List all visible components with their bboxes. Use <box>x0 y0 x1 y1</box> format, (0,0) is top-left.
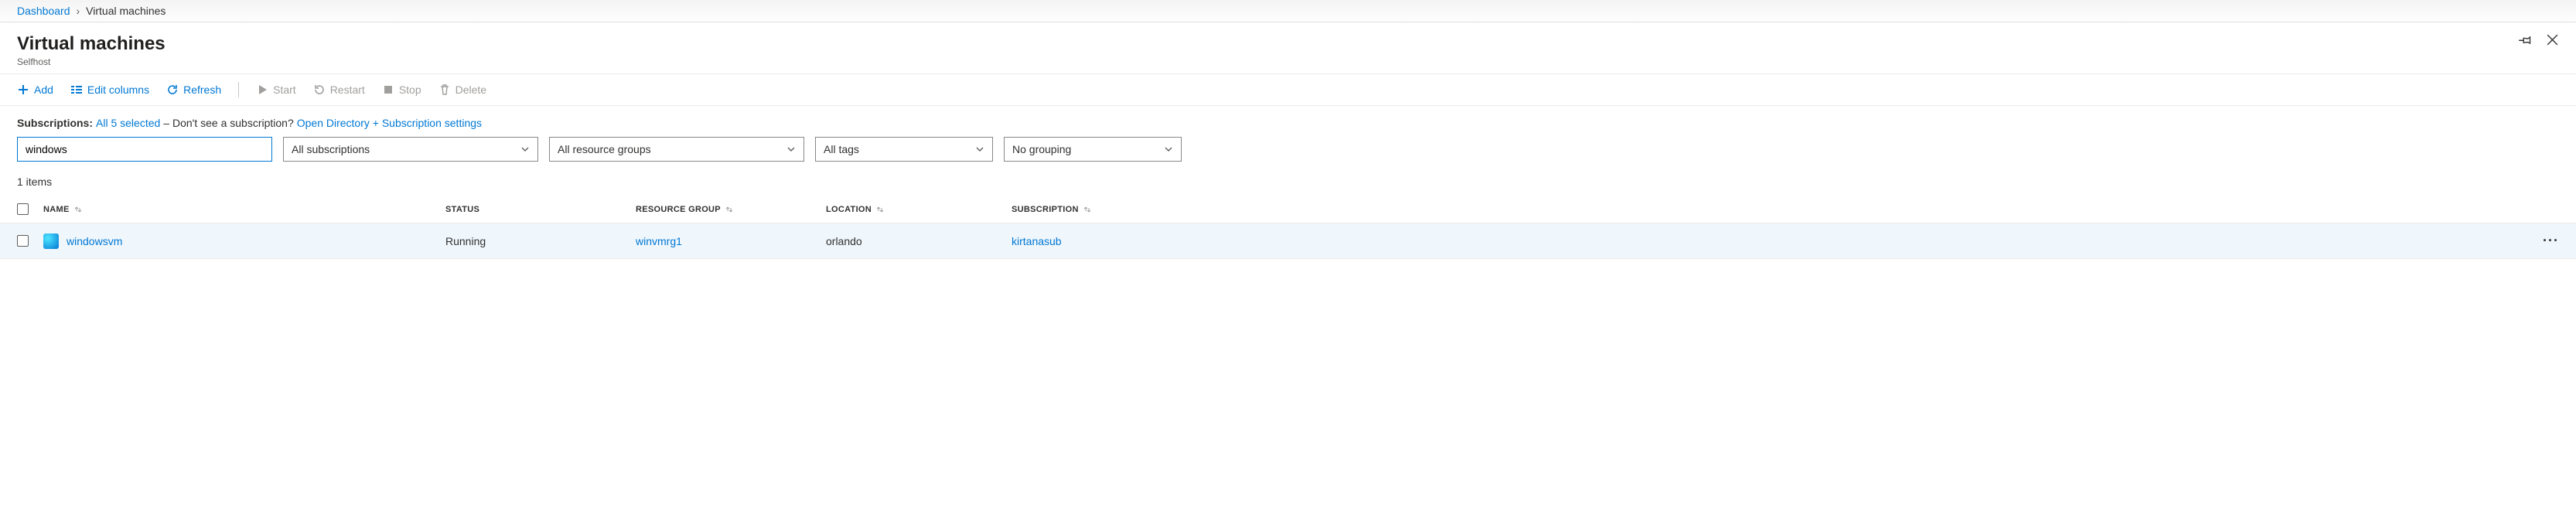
pin-icon[interactable] <box>2519 33 2532 46</box>
column-header-location[interactable]: Location <box>826 205 1012 214</box>
grouping-filter[interactable]: No grouping <box>1004 137 1182 162</box>
vm-location: orlando <box>826 235 1012 247</box>
restart-icon <box>313 83 326 96</box>
subscription-filter-value: All subscriptions <box>292 143 370 155</box>
breadcrumb-root[interactable]: Dashboard <box>17 5 70 17</box>
refresh-label: Refresh <box>183 83 221 96</box>
vm-icon <box>43 233 59 249</box>
breadcrumb-separator-icon: › <box>77 5 80 17</box>
sort-icon <box>725 206 733 213</box>
delete-label: Delete <box>455 83 486 96</box>
trash-icon <box>438 83 451 96</box>
filter-bar: All subscriptions All resource groups Al… <box>0 137 2576 172</box>
play-icon <box>256 83 268 96</box>
restart-button: Restart <box>313 83 365 96</box>
chevron-down-icon <box>786 145 796 154</box>
search-input[interactable] <box>26 143 264 155</box>
refresh-button[interactable]: Refresh <box>166 83 221 96</box>
add-label: Add <box>34 83 53 96</box>
delete-button: Delete <box>438 83 486 96</box>
page-title: Virtual machines <box>17 33 2559 55</box>
chevron-down-icon <box>520 145 530 154</box>
breadcrumb: Dashboard › Virtual machines <box>0 0 2576 22</box>
grouping-filter-value: No grouping <box>1012 143 1071 155</box>
table-row[interactable]: windowsvm Running winvmrg1 orlando kirta… <box>0 223 2576 259</box>
subscriptions-prompt: – Don't see a subscription? <box>163 117 293 129</box>
start-label: Start <box>273 83 296 96</box>
start-button: Start <box>256 83 296 96</box>
resource-group-filter-value: All resource groups <box>558 143 651 155</box>
table-header: Name Status Resource group Location Subs… <box>0 196 2576 223</box>
breadcrumb-current: Virtual machines <box>86 5 165 17</box>
edit-columns-button[interactable]: Edit columns <box>70 83 149 96</box>
subscription-link[interactable]: kirtanasub <box>1012 235 1062 247</box>
column-header-subscription[interactable]: Subscription <box>1012 205 2559 214</box>
item-count: 1 items <box>0 172 2576 196</box>
subscriptions-selected-link[interactable]: All 5 selected <box>96 117 160 129</box>
resource-group-filter[interactable]: All resource groups <box>549 137 804 162</box>
sort-icon <box>876 206 884 213</box>
search-input-wrapper[interactable] <box>17 137 272 162</box>
chevron-down-icon <box>1164 145 1173 154</box>
stop-label: Stop <box>399 83 421 96</box>
vm-table: Name Status Resource group Location Subs… <box>0 196 2576 259</box>
subscriptions-label: Subscriptions: <box>17 117 93 129</box>
row-context-menu-icon[interactable]: ··· <box>2537 233 2559 249</box>
edit-columns-label: Edit columns <box>87 83 149 96</box>
sort-icon <box>74 206 82 213</box>
select-all-checkbox[interactable] <box>17 203 29 215</box>
add-button[interactable]: Add <box>17 83 53 96</box>
stop-button: Stop <box>382 83 421 96</box>
vm-name-link[interactable]: windowsvm <box>67 235 122 247</box>
vm-status: Running <box>445 235 636 247</box>
sort-icon <box>1083 206 1091 213</box>
chevron-down-icon <box>975 145 984 154</box>
stop-icon <box>382 83 394 96</box>
tags-filter-value: All tags <box>824 143 859 155</box>
row-checkbox[interactable] <box>17 235 29 247</box>
tags-filter[interactable]: All tags <box>815 137 993 162</box>
restart-label: Restart <box>330 83 365 96</box>
close-icon[interactable] <box>2546 33 2559 46</box>
resource-group-link[interactable]: winvmrg1 <box>636 235 682 247</box>
subscription-filter[interactable]: All subscriptions <box>283 137 538 162</box>
page-header: Virtual machines Selfhost <box>0 22 2576 74</box>
page-subtitle: Selfhost <box>17 56 2559 67</box>
column-header-resource-group[interactable]: Resource group <box>636 205 826 214</box>
subscriptions-settings-link[interactable]: Open Directory + Subscription settings <box>297 117 482 129</box>
toolbar-separator <box>238 82 239 97</box>
refresh-icon <box>166 83 179 96</box>
columns-icon <box>70 83 83 96</box>
column-header-status[interactable]: Status <box>445 205 636 214</box>
column-header-name[interactable]: Name <box>43 205 445 214</box>
plus-icon <box>17 83 29 96</box>
command-bar: Add Edit columns Refresh Start Restart S… <box>0 74 2576 106</box>
subscriptions-info: Subscriptions: All 5 selected – Don't se… <box>0 106 2576 137</box>
